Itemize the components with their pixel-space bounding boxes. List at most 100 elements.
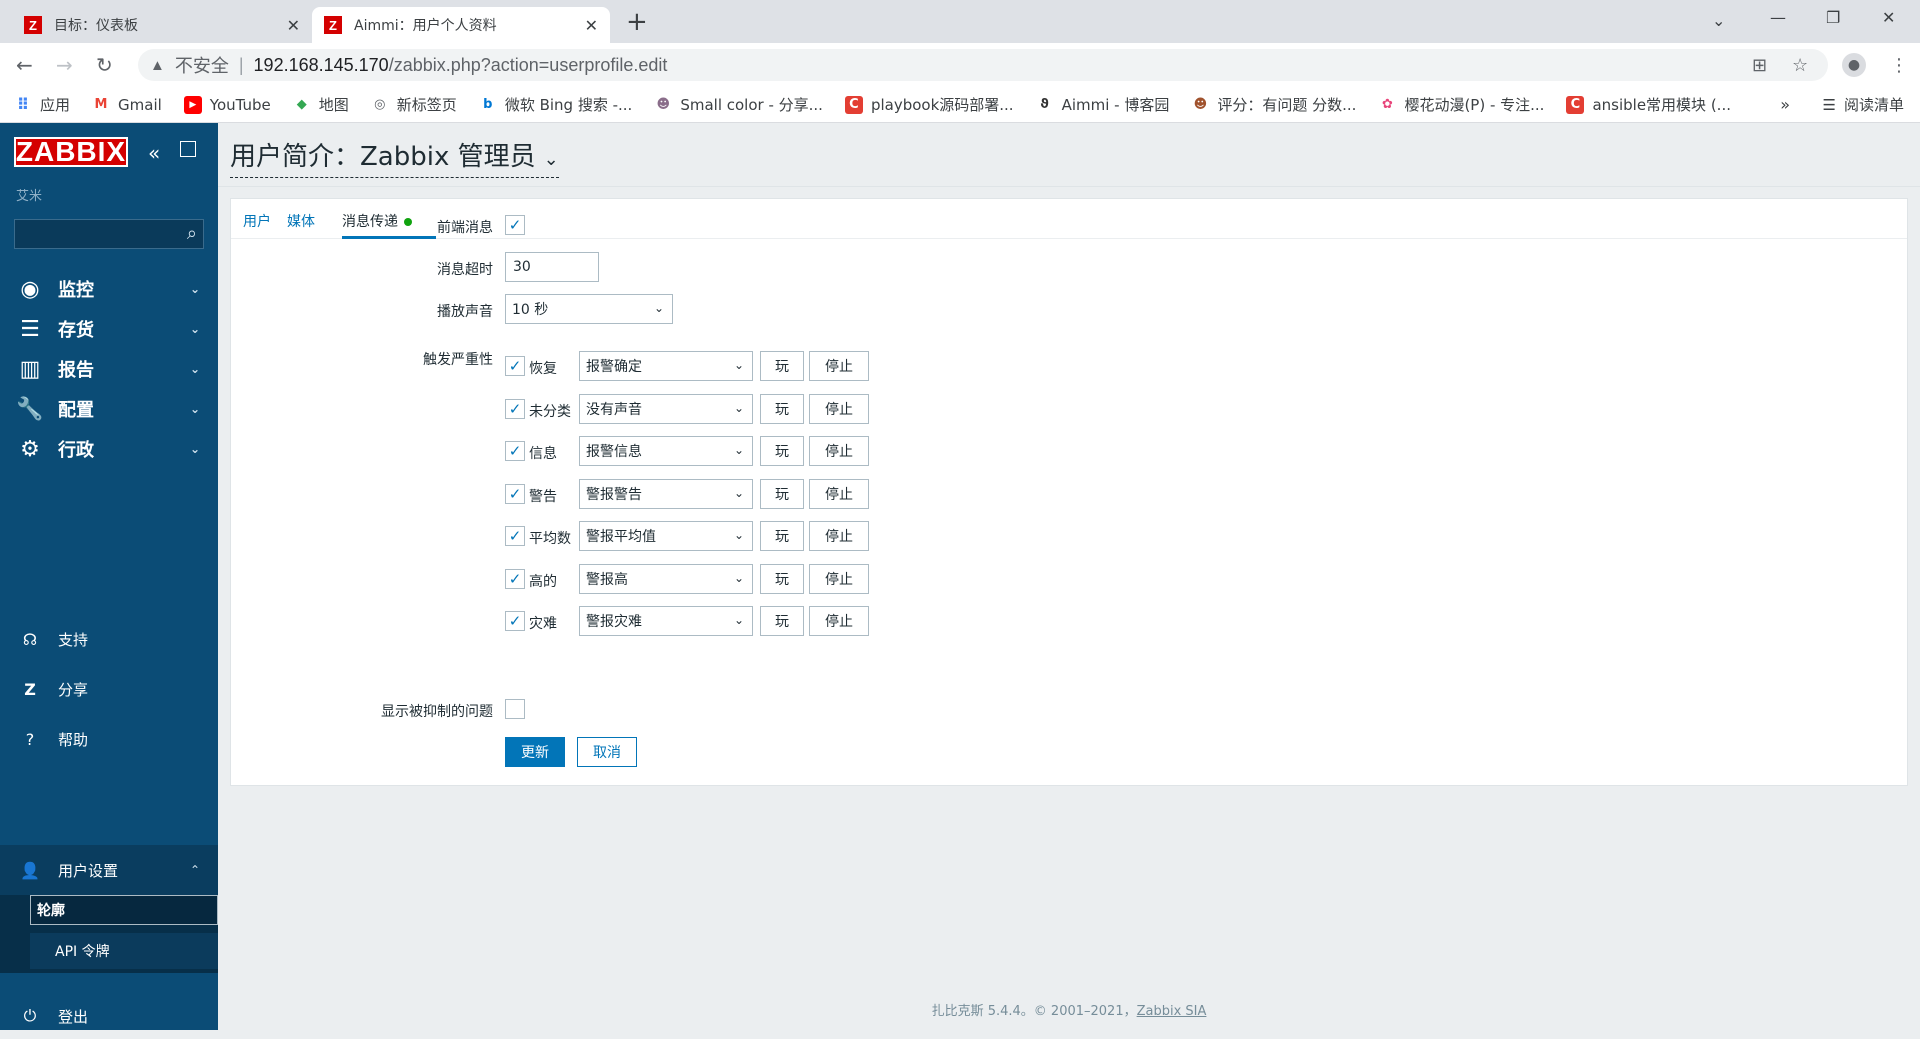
severity-sound-select[interactable]: 警报高 ⌄ (579, 563, 753, 594)
chevron-down-icon: ⌄ (733, 400, 744, 415)
cnblogs-icon: ϑ (1040, 97, 1049, 112)
update-button[interactable]: 更新 (505, 737, 565, 767)
reading-list-button[interactable]: ☰ 阅读清单 (1823, 94, 1904, 115)
severity-sound-select[interactable]: 警报平均值 ⌄ (579, 521, 753, 551)
stop-sound-button[interactable]: 停止 (809, 436, 869, 466)
severity-checkbox[interactable]: ✓ (505, 398, 525, 419)
severity-label: 恢复 (529, 361, 557, 377)
reload-icon[interactable]: ↻ (96, 53, 113, 77)
severity-label: 灾难 (529, 616, 557, 632)
address-bar[interactable]: ▲ 不安全 | 192.168.145.170/zabbix.php?actio… (138, 49, 1828, 81)
bookmark-smallcolor[interactable]: ☻ Small color - 分享... (654, 94, 823, 115)
menu-support[interactable]: ☊ 支持 (0, 616, 218, 662)
zabbix-favicon-icon: Z (324, 16, 342, 34)
stop-sound-button[interactable]: 停止 (809, 606, 869, 636)
bookmark-star-icon[interactable]: ☆ (1792, 55, 1808, 76)
bookmark-apps[interactable]: ⠿ 应用 (14, 94, 70, 115)
autohide-sidebar-icon[interactable] (180, 141, 196, 157)
play-sound-button[interactable]: 玩 (760, 393, 804, 424)
severity-checkbox[interactable]: ✓ (505, 483, 525, 504)
severity-sound-select[interactable]: 报警信息 ⌄ (579, 436, 753, 466)
close-icon[interactable]: ✕ (585, 16, 598, 35)
minimize-icon[interactable]: — (1770, 8, 1786, 27)
severity-checkbox[interactable]: ✓ (505, 568, 525, 589)
bookmark-ansible[interactable]: Cansible常用模块 (... (1566, 94, 1731, 115)
stop-sound-button[interactable]: 停止 (809, 563, 869, 594)
restore-icon[interactable]: ❐ (1826, 8, 1840, 27)
menu-user-settings[interactable]: 👤 用户设置 ⌃ (0, 845, 218, 895)
play-sound-button[interactable]: 玩 (760, 606, 804, 636)
tab-search-icon[interactable]: ⌄ (1712, 11, 1725, 30)
severity-sound-value: 警报灾难 (586, 614, 642, 630)
show-suppressed-checkbox[interactable] (505, 699, 525, 719)
severity-sound-value: 报警确定 (586, 359, 642, 375)
bookmark-cnblogs[interactable]: ϑ Aimmi - 博客园 (1036, 94, 1169, 115)
tab-user[interactable]: 用户 (243, 211, 271, 231)
play-sound-button[interactable]: 玩 (760, 436, 804, 466)
zabbix-logo[interactable]: ZABBIX (14, 136, 128, 167)
bookmark-rating[interactable]: ☻ 评分：有问题 分数... (1191, 94, 1357, 115)
page-title[interactable]: 用户简介：Zabbix 管理员 ⌄ (230, 142, 559, 178)
bookmark-maps[interactable]: ◆ 地图 (293, 94, 349, 115)
severity-sound-select[interactable]: 警报警告 ⌄ (579, 478, 753, 509)
frontend-messaging-checkbox[interactable]: ✓ (505, 215, 525, 235)
warning-icon: ▲ (150, 56, 165, 74)
profile-icon[interactable]: ● (1842, 53, 1866, 77)
forward-icon[interactable]: → (56, 53, 73, 77)
severity-sound-select[interactable]: 没有声音 ⌄ (579, 393, 753, 424)
severity-label: 信息 (529, 446, 557, 462)
bookmarks-more-button[interactable]: » (1780, 95, 1790, 114)
close-icon[interactable]: ✕ (287, 16, 300, 35)
youtube-icon: ▶ (183, 95, 202, 114)
back-icon[interactable]: ← (16, 53, 33, 77)
collapse-sidebar-icon[interactable]: « (148, 141, 160, 165)
menu-help[interactable]: ? 帮助 (0, 716, 218, 762)
severity-sound-value: 警报平均值 (586, 529, 656, 545)
bookmark-newtab[interactable]: ◎ 新标签页 (371, 94, 457, 115)
chevron-down-icon: ⌄ (543, 149, 559, 170)
severity-checkbox[interactable]: ✓ (505, 526, 525, 546)
help-icon: ? (25, 729, 35, 749)
menu-kebab-icon[interactable]: ⋮ (1890, 55, 1908, 76)
message-timeout-input[interactable]: 30 (505, 252, 599, 282)
new-tab-icon[interactable]: + (626, 9, 648, 35)
severity-checkbox[interactable]: ✓ (505, 356, 525, 376)
play-sound-button[interactable]: 玩 (760, 351, 804, 381)
stop-sound-button[interactable]: 停止 (809, 393, 869, 424)
play-sound-button[interactable]: 玩 (760, 521, 804, 551)
bookmark-bing[interactable]: b 微软 Bing 搜索 -... (479, 94, 632, 115)
play-sound-button[interactable]: 玩 (760, 563, 804, 594)
severity-sound-select[interactable]: 报警确定 ⌄ (579, 351, 753, 381)
zabbix-sia-link[interactable]: Zabbix SIA (1137, 1004, 1207, 1019)
menu-administration[interactable]: ⚙ 行政 ⌄ (0, 425, 218, 473)
stop-sound-button[interactable]: 停止 (809, 351, 869, 381)
submenu-profile[interactable]: 轮廓 (30, 895, 218, 925)
severity-label: 警告 (529, 488, 557, 505)
bookmark-youtube[interactable]: ▶ YouTube (183, 95, 271, 114)
browser-tab-dashboard[interactable]: Z 目标：仪表板 ✕ (12, 7, 312, 43)
browser-tab-userprofile[interactable]: Z Aimmi：用户个人资料 ✕ (312, 7, 610, 43)
profile-form-panel: 用户 媒体 消息传递 前端消息 ✓ 消息超时 30 播放声音 10 秒 ⌄ 触发严… (230, 198, 1908, 786)
severity-checkbox[interactable]: ✓ (505, 441, 525, 461)
translate-icon[interactable]: ⊞ (1752, 55, 1767, 76)
severity-checkbox[interactable]: ✓ (505, 611, 525, 631)
severity-sound-select[interactable]: 警报灾难 ⌄ (579, 606, 753, 636)
header-divider (218, 186, 1920, 187)
cancel-button[interactable]: 取消 (577, 737, 637, 767)
window-close-icon[interactable]: ✕ (1882, 8, 1895, 27)
stop-sound-button[interactable]: 停止 (809, 478, 869, 509)
bookmark-sakura[interactable]: ✿ 樱花动漫(P) - 专注... (1378, 94, 1544, 115)
wrench-icon: 🔧 (16, 396, 44, 422)
csdn-icon: C (1566, 95, 1585, 114)
menu-share[interactable]: Z 分享 (0, 666, 218, 712)
search-icon[interactable]: ⌕ (187, 223, 197, 244)
bookmark-playbook[interactable]: Cplaybook源码部署... (844, 94, 1014, 115)
play-sound-button[interactable]: 玩 (760, 478, 804, 509)
gmail-icon: M (94, 97, 108, 112)
menu-logout[interactable]: ⏻ 登出 (0, 993, 218, 1039)
search-input[interactable]: ⌕ (14, 219, 204, 249)
bookmark-gmail[interactable]: M Gmail (92, 96, 162, 114)
play-sound-select[interactable]: 10 秒 ⌄ (505, 294, 673, 324)
submenu-api-tokens[interactable]: API 令牌 (30, 933, 218, 969)
stop-sound-button[interactable]: 停止 (809, 521, 869, 551)
